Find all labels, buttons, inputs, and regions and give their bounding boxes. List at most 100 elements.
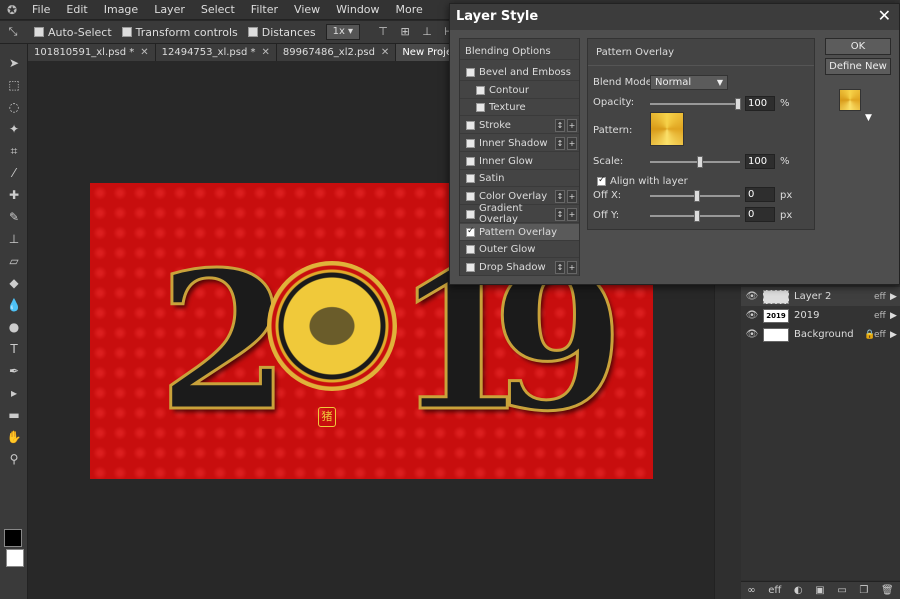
eraser-tool-icon[interactable]: ▱	[0, 250, 28, 272]
stroke-checkbox[interactable]	[466, 120, 475, 130]
bucket-tool-icon[interactable]: ◆	[0, 272, 28, 294]
stroke-add-button[interactable]: +	[567, 118, 577, 132]
menu-edit[interactable]: Edit	[58, 3, 95, 16]
style-drop-shadow[interactable]: Drop Shadow ↕ +	[460, 259, 579, 276]
inner-shadow-reorder-button[interactable]: ↕	[555, 136, 565, 150]
align-with-layer-checkbox[interactable]	[597, 175, 606, 186]
tab-document-2[interactable]: 12494753_xl.psd * ✕	[155, 44, 277, 61]
zoom-select[interactable]: 1x ▾	[325, 24, 361, 40]
pen-tool-icon[interactable]: ✒	[0, 360, 28, 382]
close-tab-icon[interactable]: ✕	[381, 47, 389, 58]
layer-effects-label[interactable]: eff	[874, 330, 890, 340]
contour-checkbox[interactable]	[476, 85, 485, 95]
opacity-slider[interactable]	[650, 98, 741, 110]
style-satin[interactable]: Satin	[460, 170, 579, 187]
pattern-preview-swatch[interactable]	[839, 89, 861, 111]
new-layer-icon[interactable]: ❐	[859, 585, 868, 596]
close-tab-icon[interactable]: ✕	[140, 47, 148, 58]
offx-slider-handle[interactable]	[694, 190, 700, 202]
style-texture[interactable]: Texture	[460, 99, 579, 116]
offx-input[interactable]: 0	[745, 187, 775, 202]
foreground-color-swatch[interactable]	[4, 529, 22, 547]
style-inner-shadow[interactable]: Inner Shadow ↕ +	[460, 135, 579, 152]
color-overlay-checkbox[interactable]	[466, 191, 475, 201]
magic-wand-tool-icon[interactable]: ✦	[0, 118, 28, 140]
eyedropper-tool-icon[interactable]: ⁄	[0, 162, 28, 184]
brush-tool-icon[interactable]: ✎	[0, 206, 28, 228]
type-tool-icon[interactable]: T	[0, 338, 28, 360]
tab-document-1[interactable]: 101810591_xl.psd * ✕	[28, 44, 156, 61]
inner-glow-checkbox[interactable]	[466, 156, 475, 166]
menu-view[interactable]: View	[286, 3, 328, 16]
drop-shadow-add-button[interactable]: +	[567, 260, 577, 274]
layer-row-layer-2[interactable]: 👁 Layer 2 eff ▶	[741, 287, 900, 306]
offy-slider-handle[interactable]	[694, 210, 700, 222]
dialog-title[interactable]: Layer Style	[450, 4, 899, 30]
pattern-overlay-checkbox[interactable]	[466, 226, 475, 237]
gradient-overlay-add-button[interactable]: +	[567, 207, 577, 221]
hand-tool-icon[interactable]: ✋	[0, 426, 28, 448]
align-top-icon[interactable]: ⊤	[376, 25, 390, 39]
style-bevel-emboss[interactable]: Bevel and Emboss	[460, 64, 579, 81]
outer-glow-checkbox[interactable]	[466, 244, 475, 254]
drop-shadow-checkbox[interactable]	[466, 262, 475, 272]
style-gradient-overlay[interactable]: Gradient Overlay ↕ +	[460, 203, 579, 225]
menu-image[interactable]: Image	[96, 3, 146, 16]
layer-effects-label[interactable]: eff	[874, 292, 890, 302]
menu-filter[interactable]: Filter	[243, 3, 286, 16]
layer-effects-label[interactable]: eff	[874, 311, 890, 321]
opacity-input[interactable]: 100	[745, 96, 775, 111]
crop-tool-icon[interactable]: ⌗	[0, 140, 28, 162]
menu-select[interactable]: Select	[193, 3, 243, 16]
menu-window[interactable]: Window	[328, 3, 387, 16]
tab-document-3[interactable]: 89967486_xl2.psd ✕	[276, 44, 397, 61]
style-pattern-overlay[interactable]: Pattern Overlay	[460, 224, 579, 241]
define-new-button[interactable]: Define New	[825, 58, 891, 75]
expand-arrow-icon[interactable]: ▶	[890, 292, 900, 302]
background-color-swatch[interactable]	[6, 549, 24, 567]
bevel-checkbox[interactable]	[466, 67, 475, 77]
layer-effects-button[interactable]: eff	[768, 585, 781, 596]
pattern-picker-arrow-icon[interactable]: ▼	[865, 113, 872, 123]
lasso-tool-icon[interactable]: ◌	[0, 96, 28, 118]
visibility-eye-icon[interactable]: 👁	[741, 310, 763, 321]
auto-select-checkbox[interactable]	[34, 27, 44, 37]
move-tool-icon[interactable]: ➤	[0, 52, 28, 74]
visibility-eye-icon[interactable]: 👁	[741, 291, 763, 302]
menu-more[interactable]: More	[388, 3, 431, 16]
distances-option[interactable]: Distances	[247, 26, 316, 39]
scale-input[interactable]: 100	[745, 154, 775, 169]
stamp-tool-icon[interactable]: ⊥	[0, 228, 28, 250]
offy-input[interactable]: 0	[745, 207, 775, 222]
align-bottom-icon[interactable]: ⊥	[420, 25, 434, 39]
adjustment-layer-icon[interactable]: ◐	[794, 585, 803, 596]
stroke-reorder-button[interactable]: ↕	[555, 118, 565, 132]
transform-controls-checkbox[interactable]	[121, 27, 132, 37]
satin-checkbox[interactable]	[466, 173, 475, 183]
inner-shadow-checkbox[interactable]	[466, 138, 475, 148]
menu-layer[interactable]: Layer	[146, 3, 193, 16]
offy-slider[interactable]	[650, 210, 740, 222]
delete-layer-icon[interactable]: 🗑	[881, 585, 894, 596]
layer-mask-icon[interactable]: ▣	[815, 585, 824, 596]
align-middle-icon[interactable]: ⊞	[398, 25, 412, 39]
ok-button[interactable]: OK	[825, 38, 891, 55]
gradient-overlay-reorder-button[interactable]: ↕	[555, 207, 565, 221]
layer-row-2019[interactable]: 👁 2019 2019 eff ▶	[741, 306, 900, 325]
style-stroke[interactable]: Stroke ↕ +	[460, 117, 579, 134]
expand-arrow-icon[interactable]: ▶	[890, 330, 900, 340]
scale-slider-handle[interactable]	[697, 156, 703, 168]
color-overlay-add-button[interactable]: +	[567, 189, 577, 203]
shape-tool-icon[interactable]: ▬	[0, 404, 28, 426]
path-select-tool-icon[interactable]: ▸	[0, 382, 28, 404]
gradient-overlay-checkbox[interactable]	[466, 209, 475, 219]
marquee-tool-icon[interactable]: ⬚	[0, 74, 28, 96]
app-logo-icon[interactable]: ✪	[0, 3, 24, 17]
inner-shadow-add-button[interactable]: +	[567, 136, 577, 150]
scale-slider[interactable]	[650, 156, 740, 168]
style-contour[interactable]: Contour	[460, 82, 579, 99]
opacity-slider-handle[interactable]	[735, 98, 741, 110]
style-blending-options[interactable]: Blending Options	[460, 43, 579, 60]
distances-checkbox[interactable]	[247, 27, 258, 37]
link-layers-icon[interactable]: ∞	[747, 585, 755, 596]
